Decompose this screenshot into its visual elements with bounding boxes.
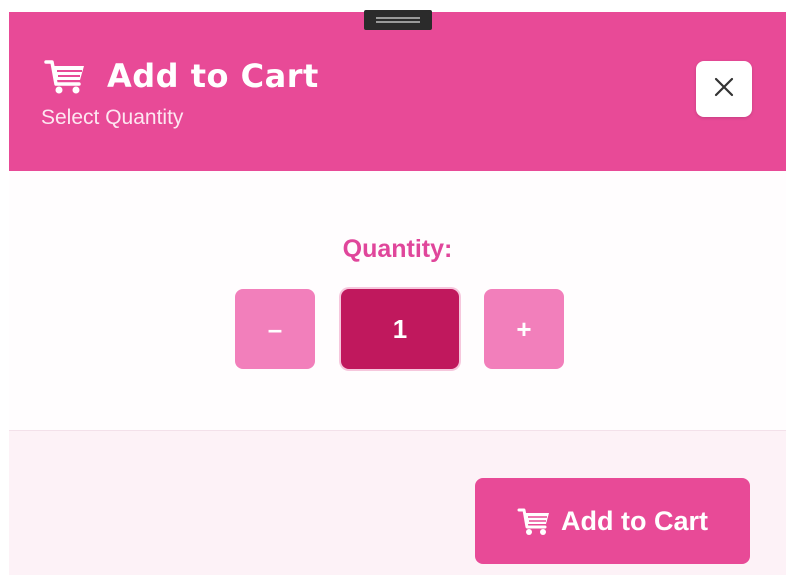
drag-handle-line <box>376 21 420 23</box>
decrement-button[interactable]: – <box>235 289 315 369</box>
quantity-label: Quantity: <box>342 235 453 263</box>
shopping-cart-icon <box>517 505 551 537</box>
quantity-value: 1 <box>341 289 459 369</box>
drag-handle[interactable] <box>364 10 432 30</box>
close-icon <box>713 76 735 102</box>
title-row: Add to Cart <box>43 56 319 96</box>
add-to-cart-label: Add to Cart <box>561 506 708 536</box>
increment-button[interactable]: + <box>484 289 564 369</box>
shopping-cart-icon <box>43 56 87 96</box>
add-to-cart-modal: Add to Cart Select Quantity Quantity: – … <box>9 12 786 575</box>
close-button[interactable] <box>696 61 752 117</box>
modal-title: Add to Cart <box>107 57 319 95</box>
drag-handle-line <box>376 17 420 19</box>
modal-body: Quantity: – 1 + <box>9 171 786 430</box>
page: Add to Cart Select Quantity Quantity: – … <box>0 0 786 575</box>
modal-header: Add to Cart Select Quantity <box>9 12 786 171</box>
modal-footer: Add to Cart <box>9 430 786 575</box>
modal-subtitle: Select Quantity <box>41 106 184 129</box>
add-to-cart-button[interactable]: Add to Cart <box>475 478 750 564</box>
